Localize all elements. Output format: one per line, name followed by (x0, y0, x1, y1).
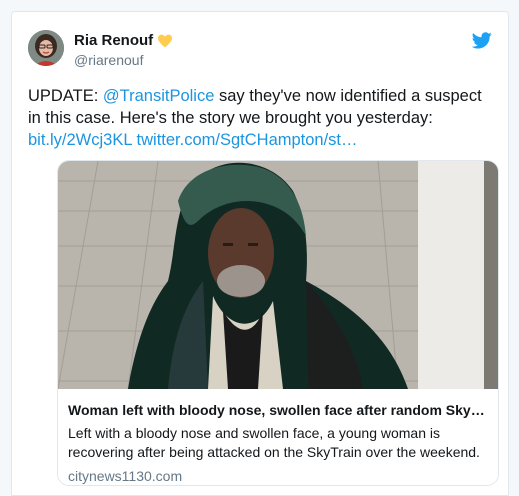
avatar-image (28, 30, 64, 66)
tweet-prefix: UPDATE: (28, 87, 103, 105)
card-body: Woman left with bloody nose, swollen fac… (58, 389, 498, 485)
yellow-heart-icon (158, 34, 173, 47)
tweet-embed: Ria Renouf @riarenouf UPDATE: @TransitPo… (11, 11, 509, 496)
author-names: Ria Renouf @riarenouf (74, 32, 173, 68)
card-domain: citynews1130.com (68, 468, 183, 484)
author-handle[interactable]: @riarenouf (74, 52, 173, 68)
author-display-name[interactable]: Ria Renouf (74, 32, 173, 49)
card-image (58, 161, 498, 389)
card-description: Left with a bloody nose and swollen face… (68, 425, 480, 460)
avatar[interactable] (28, 30, 64, 66)
tweet-header: Ria Renouf @riarenouf (28, 30, 492, 74)
tweet-text: UPDATE: @TransitPolice say they've now i… (28, 85, 498, 151)
mention-link[interactable]: @TransitPolice (103, 87, 215, 105)
card-title[interactable]: Woman left with bloody nose, swollen fac… (68, 401, 488, 419)
quoted-tweet-link[interactable]: twitter.com/SgtCHampton/st… (137, 131, 358, 149)
display-name-text: Ria Renouf (74, 32, 154, 49)
link-preview-card[interactable]: Woman left with bloody nose, swollen fac… (57, 160, 499, 486)
twitter-bird-icon[interactable] (472, 32, 492, 49)
short-link[interactable]: bit.ly/2Wcj3KL (28, 131, 132, 149)
